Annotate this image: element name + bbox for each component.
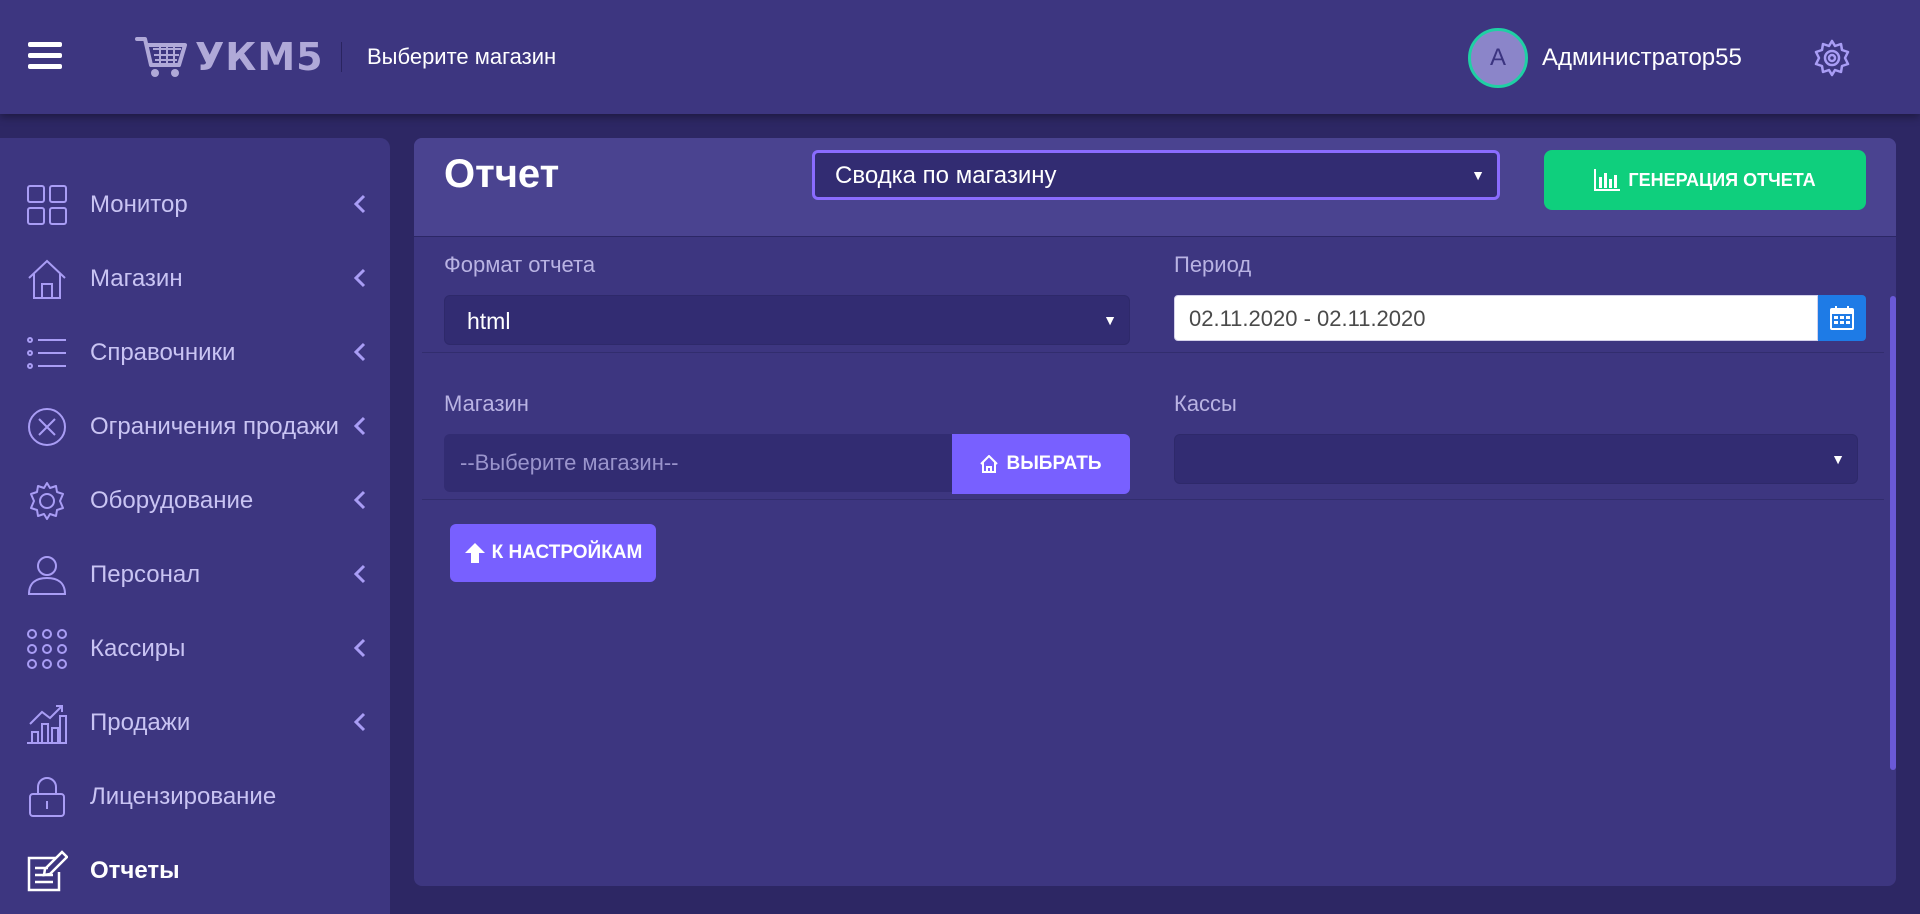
cash-registers-label: Кассы	[1174, 391, 1237, 416]
sidebar-item-label: Магазин	[90, 265, 183, 292]
sidebar: Монитор Магазин Справочники Ограничения …	[0, 138, 390, 914]
cash-registers-select[interactable]: ▼	[1174, 434, 1858, 484]
logo-text: УКМ5	[195, 35, 324, 79]
chevron-left-icon	[353, 268, 366, 288]
chevron-left-icon	[353, 194, 366, 214]
report-card-header: Отчет Сводка по магазину ▼ ГЕНЕРАЦИЯ ОТЧ…	[414, 138, 1896, 237]
chevron-left-icon	[353, 564, 366, 584]
store-input[interactable]: --Выберите магазин--	[444, 434, 952, 492]
page-title: Отчет	[444, 152, 560, 196]
gear-icon[interactable]	[1812, 38, 1852, 78]
sidebar-item-label: Монитор	[90, 191, 188, 218]
chevron-left-icon	[353, 638, 366, 658]
person-icon	[27, 556, 67, 595]
chevron-left-icon	[353, 490, 366, 510]
period-value: 02.11.2020 - 02.11.2020	[1189, 306, 1426, 331]
calendar-icon	[1830, 306, 1854, 330]
sidebar-item-label: Оборудование	[90, 487, 254, 514]
lock-icon	[29, 777, 65, 817]
chevron-left-icon	[353, 712, 366, 732]
pick-store-button[interactable]: ВЫБРАТЬ	[952, 434, 1130, 494]
back-to-settings-label: К НАСТРОЙКАМ	[491, 542, 643, 563]
generate-report-button[interactable]: ГЕНЕРАЦИЯ ОТЧЕТА	[1544, 150, 1866, 210]
caret-down-icon: ▼	[1831, 451, 1845, 467]
scrollbar[interactable]	[1890, 296, 1896, 770]
sidebar-item-sale-restrictions[interactable]: Ограничения продажи	[0, 396, 390, 456]
sidebar-item-label: Справочники	[90, 339, 236, 366]
header-divider	[341, 42, 342, 72]
logo[interactable]: УКМ5	[135, 32, 324, 82]
sidebar-item-label: Отчеты	[90, 857, 180, 884]
home-icon	[980, 455, 999, 473]
sidebar-item-staff[interactable]: Персонал	[0, 544, 390, 604]
sidebar-item-licensing[interactable]: Лицензирование	[0, 766, 390, 826]
store-placeholder: --Выберите магазин--	[460, 450, 679, 475]
sidebar-item-cashiers[interactable]: Кассиры	[0, 618, 390, 678]
sales-chart-icon	[27, 705, 67, 744]
sidebar-item-label: Персонал	[90, 561, 201, 588]
back-to-settings-button[interactable]: К НАСТРОЙКАМ	[450, 524, 656, 582]
user-menu[interactable]: A Администратор55	[1468, 28, 1742, 88]
avatar[interactable]: A	[1468, 28, 1528, 88]
generate-report-label: ГЕНЕРАЦИЯ ОТЧЕТА	[1628, 169, 1816, 190]
cart-icon	[135, 37, 187, 77]
sidebar-item-sales[interactable]: Продажи	[0, 692, 390, 752]
sidebar-item-store[interactable]: Магазин	[0, 248, 390, 308]
dashboard-icon	[27, 185, 67, 225]
format-label: Формат отчета	[444, 252, 596, 277]
pick-store-label: ВЫБРАТЬ	[1006, 453, 1102, 474]
period-input[interactable]: 02.11.2020 - 02.11.2020	[1174, 295, 1818, 341]
sidebar-item-reports[interactable]: Отчеты	[0, 840, 390, 900]
sidebar-item-label: Лицензирование	[90, 783, 277, 810]
format-select[interactable]: html ▼	[444, 295, 1130, 345]
sidebar-item-label: Ограничения продажи	[90, 413, 339, 440]
chevron-left-icon	[353, 342, 366, 362]
circle-x-icon	[28, 408, 66, 446]
menu-icon[interactable]	[28, 42, 62, 72]
sidebar-item-monitor[interactable]: Монитор	[0, 174, 390, 234]
caret-down-icon: ▼	[1471, 167, 1485, 183]
user-name[interactable]: Администратор55	[1542, 44, 1742, 72]
caret-down-icon: ▼	[1103, 312, 1117, 328]
report-type-select[interactable]: Сводка по магазину ▼	[812, 150, 1500, 200]
store-label: Магазин	[444, 391, 529, 416]
sidebar-item-label: Кассиры	[90, 635, 186, 662]
sidebar-item-equipment[interactable]: Оборудование	[0, 470, 390, 530]
report-type-value: Сводка по магазину	[835, 162, 1057, 189]
sidebar-item-label: Продажи	[90, 709, 191, 736]
report-edit-icon	[27, 850, 68, 892]
store-picker-link[interactable]: Выберите магазин	[367, 44, 556, 70]
section-divider	[422, 499, 1884, 500]
list-icon	[27, 337, 66, 369]
bar-chart-icon	[1594, 169, 1621, 191]
gear-icon	[30, 482, 64, 520]
calendar-button[interactable]	[1818, 295, 1866, 341]
section-divider	[422, 352, 1884, 353]
home-icon	[28, 259, 66, 299]
sidebar-item-directories[interactable]: Справочники	[0, 322, 390, 382]
report-card: Отчет Сводка по магазину ▼ ГЕНЕРАЦИЯ ОТЧ…	[414, 138, 1896, 886]
arrow-up-icon	[464, 543, 485, 563]
dots-grid-icon	[27, 629, 67, 669]
period-label: Период	[1174, 252, 1252, 277]
chevron-left-icon	[353, 416, 366, 436]
top-bar: УКМ5 Выберите магазин A Администратор55	[0, 0, 1920, 114]
format-value: html	[467, 308, 511, 334]
